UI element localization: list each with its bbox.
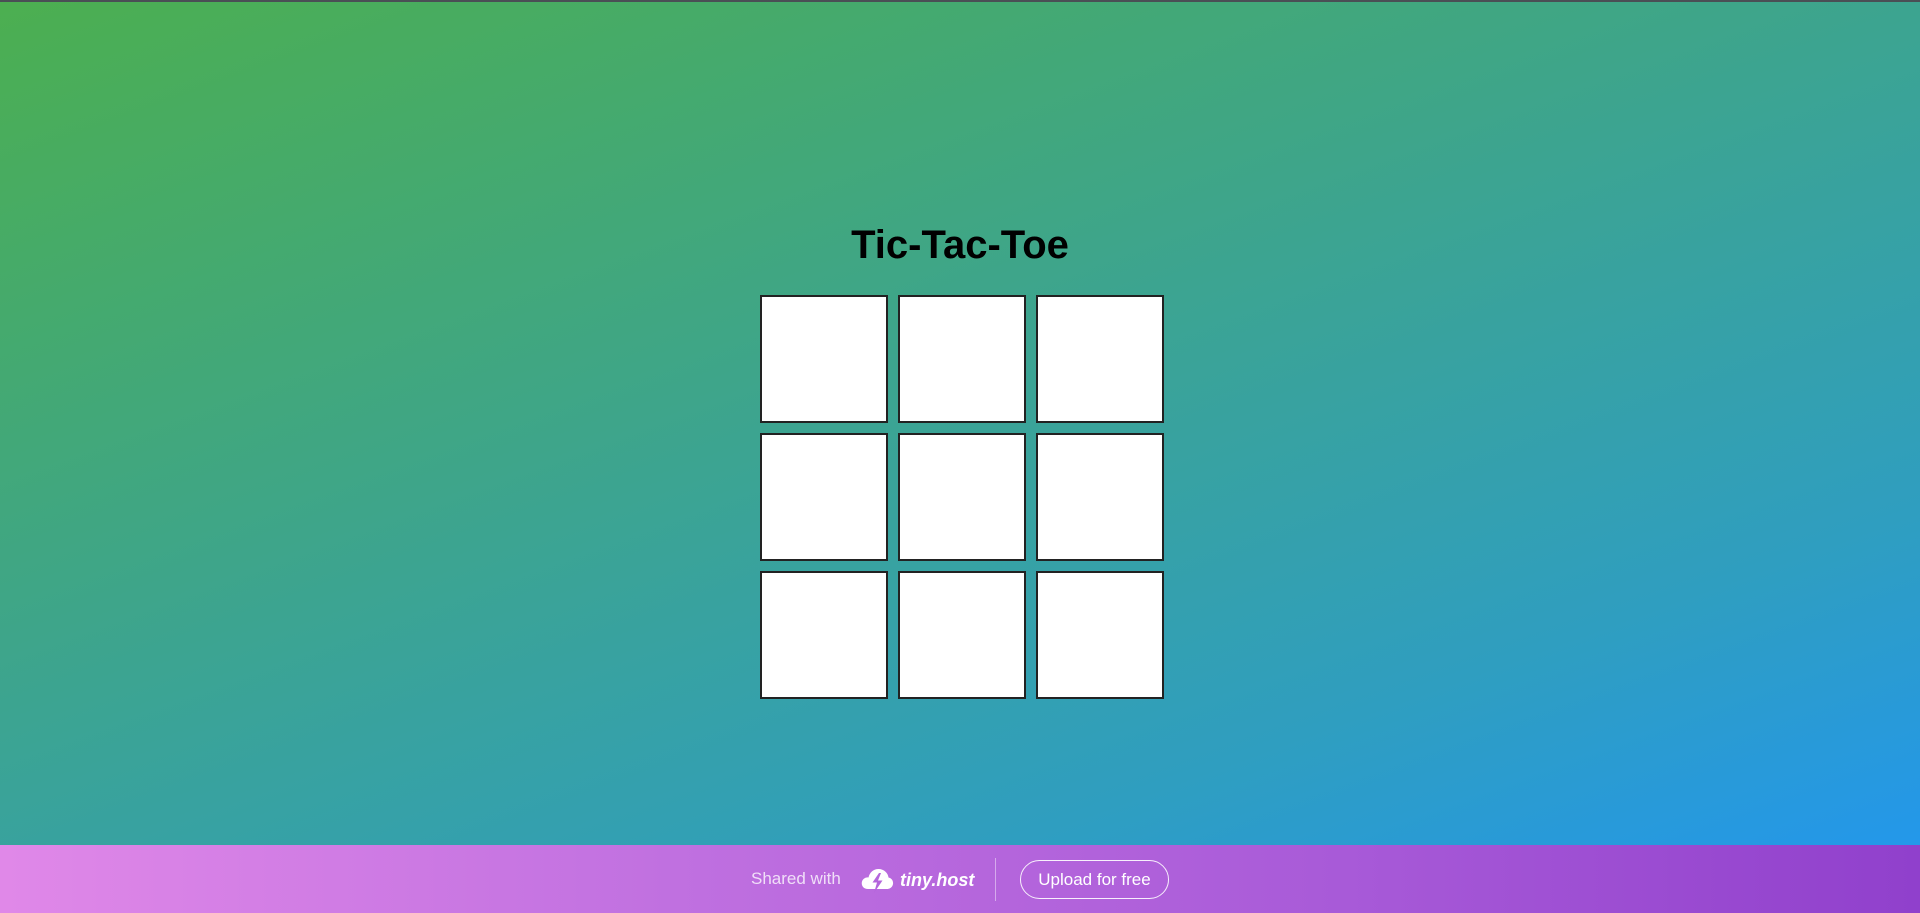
- board-cell-5[interactable]: [1036, 433, 1164, 561]
- board-cell-1[interactable]: [898, 295, 1026, 423]
- footer-banner: Shared with tiny.host Upload for free: [0, 845, 1920, 913]
- game-board: [760, 295, 1164, 699]
- board-cell-2[interactable]: [1036, 295, 1164, 423]
- page-title: Tic-Tac-Toe: [851, 223, 1069, 267]
- board-cell-0[interactable]: [760, 295, 888, 423]
- board-cell-8[interactable]: [1036, 571, 1164, 699]
- board-cell-6[interactable]: [760, 571, 888, 699]
- cloud-lightning-icon: [861, 869, 894, 893]
- shared-with-label: Shared with: [751, 869, 841, 888]
- game-container: Tic-Tac-Toe: [0, 0, 1920, 845]
- brand-name: tiny.host: [900, 870, 975, 890]
- footer-divider: [995, 858, 996, 901]
- board-cell-3[interactable]: [760, 433, 888, 561]
- board-cell-4[interactable]: [898, 433, 1026, 561]
- tiny-host-logo-link[interactable]: tiny.host: [860, 865, 974, 895]
- board-cell-7[interactable]: [898, 571, 1026, 699]
- upload-button[interactable]: Upload for free: [1020, 860, 1169, 899]
